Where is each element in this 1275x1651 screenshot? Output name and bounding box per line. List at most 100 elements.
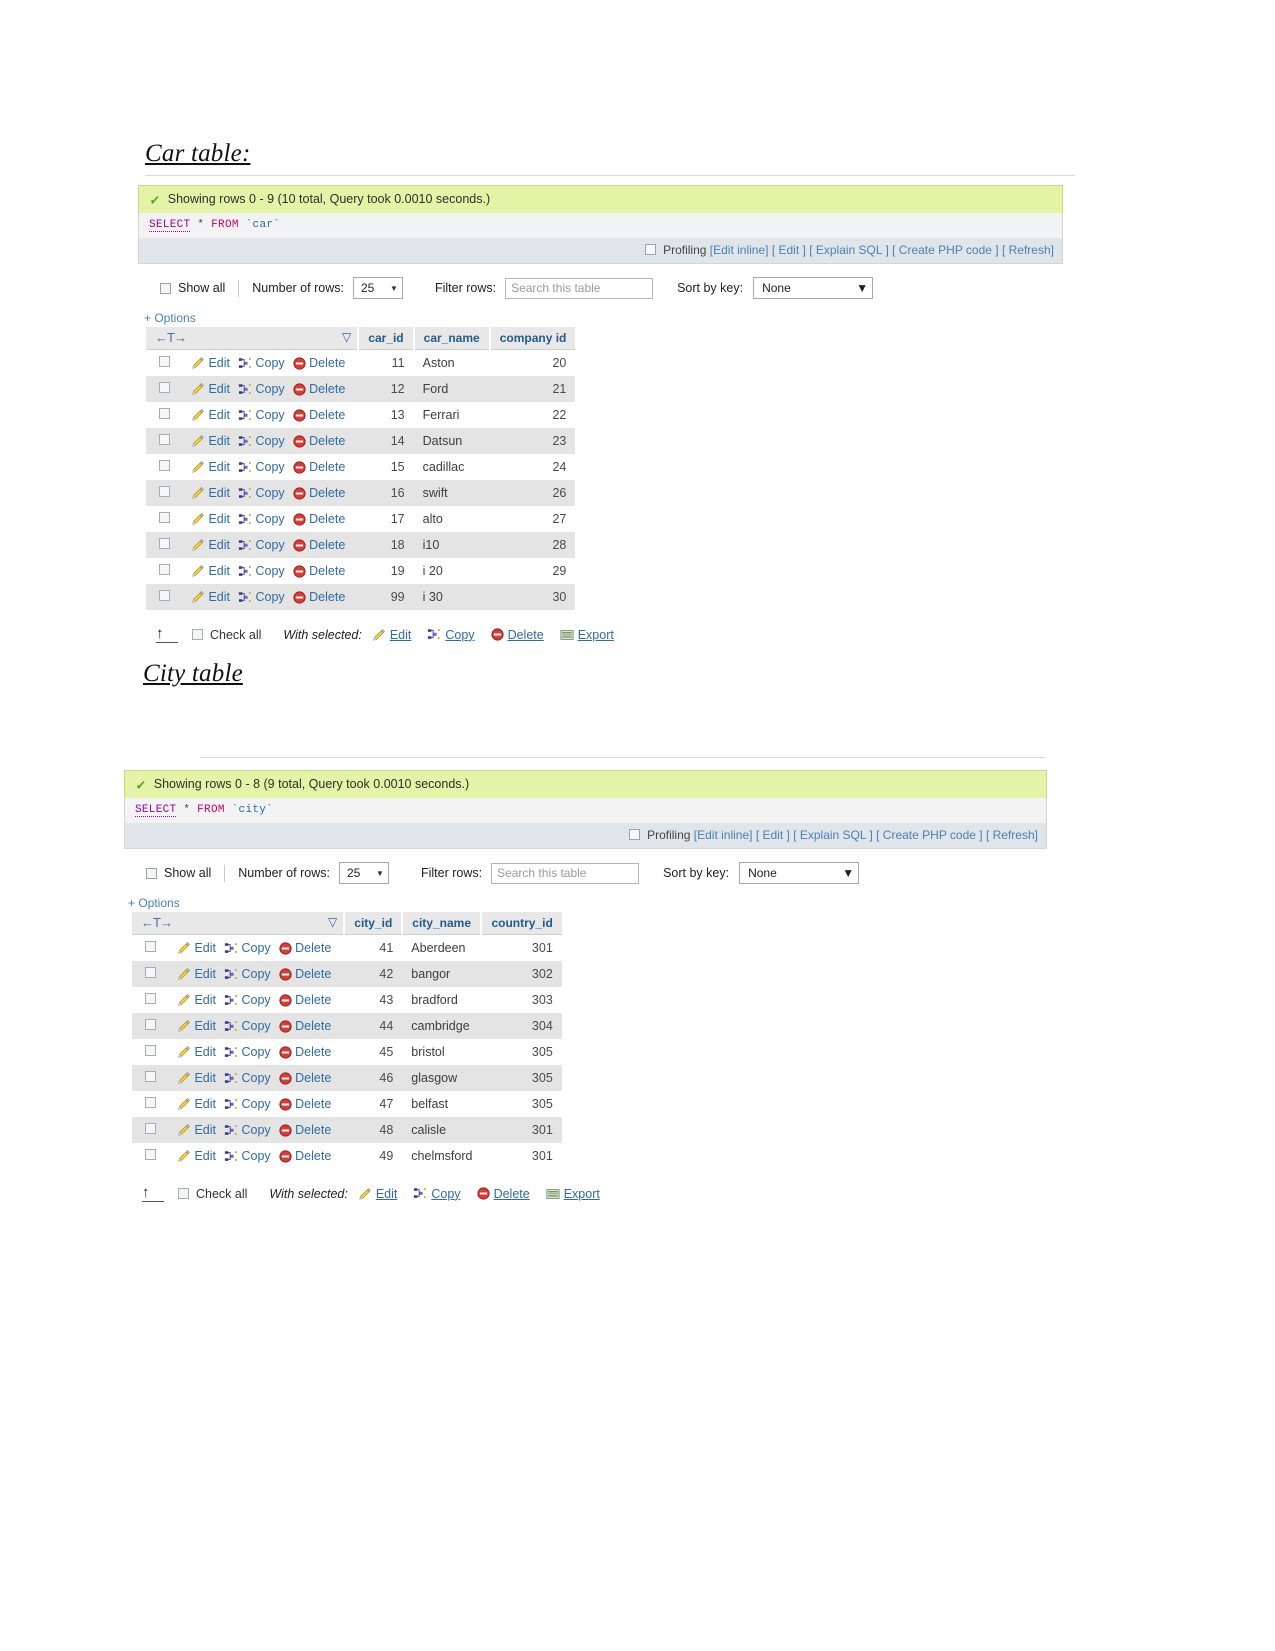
car-footer-copy-button[interactable]: Copy (427, 628, 475, 642)
city-profiling-checkbox[interactable] (628, 829, 640, 840)
car-row-edit-link[interactable]: Edit (191, 590, 230, 604)
car-refresh-link[interactable]: [ Refresh] (1002, 243, 1054, 257)
car-sort-by-key-select[interactable]: None ▼ (753, 277, 874, 300)
car-row-copy-link[interactable]: Copy (238, 408, 285, 422)
city-row-copy-link[interactable]: Copy (224, 1045, 271, 1059)
car-row-edit-link[interactable]: Edit (191, 486, 230, 500)
car-row-checkbox[interactable] (159, 538, 170, 550)
city-row-checkbox[interactable] (145, 1019, 156, 1031)
city-sort-by-key-select[interactable]: None ▼ (739, 862, 860, 885)
city-row-edit-link[interactable]: Edit (177, 1149, 216, 1163)
car-row-checkbox[interactable] (159, 590, 170, 602)
car-col-id-header[interactable]: car_id (358, 327, 415, 351)
city-edit-link[interactable]: [ Edit ] (756, 828, 790, 842)
car-row-checkbox[interactable] (159, 486, 170, 498)
city-sort-controls-header[interactable]: ←T→ ▽ (132, 912, 346, 936)
city-row-copy-link[interactable]: Copy (224, 1149, 271, 1163)
car-footer-export-button[interactable]: Export (560, 628, 614, 642)
city-row-edit-link[interactable]: Edit (177, 1123, 216, 1137)
city-row-edit-link[interactable]: Edit (177, 941, 216, 955)
city-row-checkbox[interactable] (145, 967, 156, 979)
city-footer-copy-button[interactable]: Copy (413, 1187, 461, 1201)
car-row-delete-link[interactable]: Delete (293, 460, 345, 474)
car-row-edit-link[interactable]: Edit (191, 512, 230, 526)
city-row-delete-link[interactable]: Delete (279, 1149, 331, 1163)
city-show-all-checkbox[interactable] (146, 867, 157, 879)
car-footer-edit-button[interactable]: Edit (372, 628, 411, 642)
city-row-edit-link[interactable]: Edit (177, 1071, 216, 1085)
city-row-delete-link[interactable]: Delete (279, 1045, 331, 1059)
car-row-edit-link[interactable]: Edit (191, 356, 230, 370)
car-row-edit-link[interactable]: Edit (191, 564, 230, 578)
car-create-php-code-link[interactable]: [ Create PHP code ] (892, 243, 999, 257)
car-col-company-header[interactable]: company id (489, 327, 576, 351)
city-col-country-header[interactable]: country_id (481, 912, 562, 936)
car-row-copy-link[interactable]: Copy (238, 486, 285, 500)
car-row-delete-link[interactable]: Delete (293, 564, 345, 578)
car-row-delete-link[interactable]: Delete (293, 590, 345, 604)
city-row-delete-link[interactable]: Delete (279, 941, 331, 955)
city-row-delete-link[interactable]: Delete (279, 1097, 331, 1111)
car-row-copy-link[interactable]: Copy (238, 382, 285, 396)
city-row-checkbox[interactable] (145, 941, 156, 953)
car-row-delete-link[interactable]: Delete (293, 512, 345, 526)
city-number-of-rows-select[interactable]: 25 ▼ (338, 862, 389, 885)
car-row-copy-link[interactable]: Copy (238, 590, 285, 604)
city-row-copy-link[interactable]: Copy (224, 993, 271, 1007)
car-edit-link[interactable]: [ Edit ] (772, 243, 806, 257)
car-show-all-checkbox[interactable] (160, 282, 171, 294)
car-row-copy-link[interactable]: Copy (238, 434, 285, 448)
car-row-checkbox[interactable] (159, 434, 170, 446)
scroll-up-icon[interactable]: ↑ (142, 1185, 164, 1203)
car-filter-rows-input[interactable]: Search this table (505, 277, 654, 299)
car-row-checkbox[interactable] (159, 356, 170, 368)
car-row-delete-link[interactable]: Delete (293, 486, 345, 500)
car-row-checkbox[interactable] (159, 512, 170, 524)
car-sort-controls-header[interactable]: ←T→ ▽ (146, 327, 360, 351)
car-row-edit-link[interactable]: Edit (191, 408, 230, 422)
chevron-down-icon[interactable]: ▽ (342, 330, 351, 344)
city-check-all-checkbox[interactable] (178, 1188, 189, 1200)
city-row-edit-link[interactable]: Edit (177, 967, 216, 981)
car-row-copy-link[interactable]: Copy (238, 512, 285, 526)
chevron-down-icon[interactable]: ▽ (328, 915, 337, 929)
city-row-edit-link[interactable]: Edit (177, 1019, 216, 1033)
scroll-up-icon[interactable]: ↑ (156, 626, 178, 644)
city-row-checkbox[interactable] (145, 1071, 156, 1083)
car-row-copy-link[interactable]: Copy (238, 356, 285, 370)
car-row-delete-link[interactable]: Delete (293, 538, 345, 552)
car-row-edit-link[interactable]: Edit (191, 382, 230, 396)
sort-arrows-icon[interactable]: ←T→ (155, 330, 187, 345)
car-number-of-rows-select[interactable]: 25 ▼ (352, 277, 403, 300)
car-row-delete-link[interactable]: Delete (293, 356, 345, 370)
car-row-delete-link[interactable]: Delete (293, 434, 345, 448)
car-row-edit-link[interactable]: Edit (191, 460, 230, 474)
city-row-edit-link[interactable]: Edit (177, 1097, 216, 1111)
city-row-checkbox[interactable] (145, 1097, 156, 1109)
city-row-delete-link[interactable]: Delete (279, 1019, 331, 1033)
city-row-delete-link[interactable]: Delete (279, 1071, 331, 1085)
city-row-copy-link[interactable]: Copy (224, 1097, 271, 1111)
car-profiling-checkbox[interactable] (644, 244, 656, 255)
car-row-checkbox[interactable] (159, 408, 170, 420)
city-row-checkbox[interactable] (145, 1123, 156, 1135)
city-col-id-header[interactable]: city_id (344, 912, 404, 936)
city-row-copy-link[interactable]: Copy (224, 967, 271, 981)
sort-arrows-icon[interactable]: ←T→ (141, 915, 173, 930)
car-col-name-header[interactable]: car_name (413, 327, 491, 351)
car-footer-delete-button[interactable]: Delete (490, 628, 544, 642)
city-row-edit-link[interactable]: Edit (177, 993, 216, 1007)
car-row-copy-link[interactable]: Copy (238, 460, 285, 474)
city-filter-rows-input[interactable]: Search this table (491, 862, 640, 884)
car-row-copy-link[interactable]: Copy (238, 564, 285, 578)
city-explain-sql-link[interactable]: [ Explain SQL ] (793, 828, 873, 842)
car-row-checkbox[interactable] (159, 382, 170, 394)
city-row-checkbox[interactable] (145, 1149, 156, 1161)
city-footer-export-button[interactable]: Export (546, 1187, 600, 1201)
car-check-all-checkbox[interactable] (192, 629, 203, 641)
car-row-edit-link[interactable]: Edit (191, 538, 230, 552)
city-row-checkbox[interactable] (145, 993, 156, 1005)
city-row-copy-link[interactable]: Copy (224, 1071, 271, 1085)
city-row-copy-link[interactable]: Copy (224, 941, 271, 955)
city-refresh-link[interactable]: [ Refresh] (986, 828, 1038, 842)
